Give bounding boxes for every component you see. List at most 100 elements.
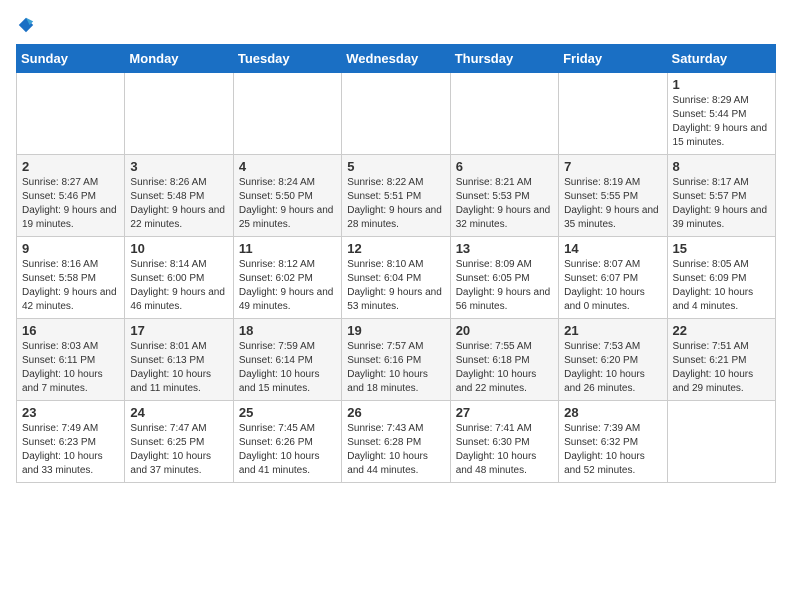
day-number: 14 [564, 241, 661, 256]
calendar-cell [125, 73, 233, 155]
day-number: 23 [22, 405, 119, 420]
calendar-body: 1 Sunrise: 8:29 AM Sunset: 5:44 PM Daylig… [17, 73, 776, 483]
day-info: Sunrise: 8:07 AM Sunset: 6:07 PM Dayligh… [564, 258, 661, 314]
day-number: 2 [22, 159, 119, 174]
day-info: Sunrise: 7:47 AM Sunset: 6:25 PM Dayligh… [130, 422, 227, 478]
calendar-cell [559, 73, 667, 155]
day-number: 24 [130, 405, 227, 420]
day-info: Sunrise: 8:24 AM Sunset: 5:50 PM Dayligh… [239, 176, 336, 232]
calendar-cell: 24 Sunrise: 7:47 AM Sunset: 6:25 PM Dayli… [125, 401, 233, 483]
day-info: Sunrise: 7:43 AM Sunset: 6:28 PM Dayligh… [347, 422, 444, 478]
day-info: Sunrise: 8:19 AM Sunset: 5:55 PM Dayligh… [564, 176, 661, 232]
day-number: 21 [564, 323, 661, 338]
calendar-cell: 7 Sunrise: 8:19 AM Sunset: 5:55 PM Daylig… [559, 155, 667, 237]
week-row-1: 1 Sunrise: 8:29 AM Sunset: 5:44 PM Daylig… [17, 73, 776, 155]
day-info: Sunrise: 8:05 AM Sunset: 6:09 PM Dayligh… [673, 258, 770, 314]
day-header-thursday: Thursday [450, 45, 558, 73]
day-info: Sunrise: 7:45 AM Sunset: 6:26 PM Dayligh… [239, 422, 336, 478]
calendar-cell: 5 Sunrise: 8:22 AM Sunset: 5:51 PM Daylig… [342, 155, 450, 237]
calendar-cell: 13 Sunrise: 8:09 AM Sunset: 6:05 PM Dayli… [450, 237, 558, 319]
day-number: 5 [347, 159, 444, 174]
day-header-monday: Monday [125, 45, 233, 73]
day-header-tuesday: Tuesday [233, 45, 341, 73]
day-header-saturday: Saturday [667, 45, 775, 73]
day-number: 17 [130, 323, 227, 338]
calendar-cell: 25 Sunrise: 7:45 AM Sunset: 6:26 PM Dayli… [233, 401, 341, 483]
calendar-cell: 20 Sunrise: 7:55 AM Sunset: 6:18 PM Dayli… [450, 319, 558, 401]
calendar-cell: 18 Sunrise: 7:59 AM Sunset: 6:14 PM Dayli… [233, 319, 341, 401]
calendar-cell: 6 Sunrise: 8:21 AM Sunset: 5:53 PM Daylig… [450, 155, 558, 237]
day-number: 9 [22, 241, 119, 256]
week-row-5: 23 Sunrise: 7:49 AM Sunset: 6:23 PM Dayli… [17, 401, 776, 483]
day-number: 26 [347, 405, 444, 420]
day-info: Sunrise: 8:22 AM Sunset: 5:51 PM Dayligh… [347, 176, 444, 232]
day-info: Sunrise: 7:53 AM Sunset: 6:20 PM Dayligh… [564, 340, 661, 396]
calendar-cell [342, 73, 450, 155]
day-number: 11 [239, 241, 336, 256]
day-info: Sunrise: 8:29 AM Sunset: 5:44 PM Dayligh… [673, 94, 770, 150]
day-info: Sunrise: 7:59 AM Sunset: 6:14 PM Dayligh… [239, 340, 336, 396]
calendar-header-row: SundayMondayTuesdayWednesdayThursdayFrid… [17, 45, 776, 73]
day-number: 27 [456, 405, 553, 420]
day-info: Sunrise: 8:26 AM Sunset: 5:48 PM Dayligh… [130, 176, 227, 232]
day-number: 7 [564, 159, 661, 174]
calendar-cell [450, 73, 558, 155]
calendar-cell: 8 Sunrise: 8:17 AM Sunset: 5:57 PM Daylig… [667, 155, 775, 237]
calendar-cell [667, 401, 775, 483]
calendar-cell: 15Sunrise: 8:05 AM Sunset: 6:09 PM Dayli… [667, 237, 775, 319]
day-number: 19 [347, 323, 444, 338]
calendar-cell: 3 Sunrise: 8:26 AM Sunset: 5:48 PM Daylig… [125, 155, 233, 237]
calendar-cell: 14 Sunrise: 8:07 AM Sunset: 6:07 PM Dayli… [559, 237, 667, 319]
day-number: 10 [130, 241, 227, 256]
day-info: Sunrise: 8:17 AM Sunset: 5:57 PM Dayligh… [673, 176, 770, 232]
week-row-2: 2Sunrise: 8:27 AM Sunset: 5:46 PM Daylig… [17, 155, 776, 237]
calendar: SundayMondayTuesdayWednesdayThursdayFrid… [16, 44, 776, 483]
day-number: 1 [673, 77, 770, 92]
logo [16, 16, 36, 34]
day-number: 20 [456, 323, 553, 338]
page-header [16, 16, 776, 34]
day-info: Sunrise: 8:21 AM Sunset: 5:53 PM Dayligh… [456, 176, 553, 232]
day-number: 3 [130, 159, 227, 174]
day-info: Sunrise: 8:10 AM Sunset: 6:04 PM Dayligh… [347, 258, 444, 314]
day-header-friday: Friday [559, 45, 667, 73]
day-number: 22 [673, 323, 770, 338]
logo-icon [17, 16, 35, 34]
calendar-cell: 17 Sunrise: 8:01 AM Sunset: 6:13 PM Dayli… [125, 319, 233, 401]
day-info: Sunrise: 7:57 AM Sunset: 6:16 PM Dayligh… [347, 340, 444, 396]
day-number: 18 [239, 323, 336, 338]
calendar-cell: 19 Sunrise: 7:57 AM Sunset: 6:16 PM Dayli… [342, 319, 450, 401]
week-row-3: 9 Sunrise: 8:16 AM Sunset: 5:58 PM Daylig… [17, 237, 776, 319]
day-number: 13 [456, 241, 553, 256]
day-info: Sunrise: 7:41 AM Sunset: 6:30 PM Dayligh… [456, 422, 553, 478]
calendar-cell [233, 73, 341, 155]
day-number: 16 [22, 323, 119, 338]
day-number: 4 [239, 159, 336, 174]
calendar-cell: 26 Sunrise: 7:43 AM Sunset: 6:28 PM Dayli… [342, 401, 450, 483]
calendar-cell: 16 Sunrise: 8:03 AM Sunset: 6:11 PM Dayli… [17, 319, 125, 401]
calendar-cell: 10Sunrise: 8:14 AM Sunset: 6:00 PM Dayli… [125, 237, 233, 319]
day-info: Sunrise: 8:01 AM Sunset: 6:13 PM Dayligh… [130, 340, 227, 396]
day-header-wednesday: Wednesday [342, 45, 450, 73]
day-info: Sunrise: 8:09 AM Sunset: 6:05 PM Dayligh… [456, 258, 553, 314]
day-info: Sunrise: 7:55 AM Sunset: 6:18 PM Dayligh… [456, 340, 553, 396]
week-row-4: 16 Sunrise: 8:03 AM Sunset: 6:11 PM Dayli… [17, 319, 776, 401]
calendar-cell: 23 Sunrise: 7:49 AM Sunset: 6:23 PM Dayli… [17, 401, 125, 483]
calendar-cell: 4 Sunrise: 8:24 AM Sunset: 5:50 PM Daylig… [233, 155, 341, 237]
day-info: Sunrise: 7:39 AM Sunset: 6:32 PM Dayligh… [564, 422, 661, 478]
calendar-cell: 22 Sunrise: 7:51 AM Sunset: 6:21 PM Dayli… [667, 319, 775, 401]
calendar-cell: 27 Sunrise: 7:41 AM Sunset: 6:30 PM Dayli… [450, 401, 558, 483]
day-header-sunday: Sunday [17, 45, 125, 73]
day-number: 28 [564, 405, 661, 420]
calendar-cell: 2Sunrise: 8:27 AM Sunset: 5:46 PM Daylig… [17, 155, 125, 237]
day-info: Sunrise: 7:49 AM Sunset: 6:23 PM Dayligh… [22, 422, 119, 478]
day-number: 25 [239, 405, 336, 420]
calendar-cell: 28 Sunrise: 7:39 AM Sunset: 6:32 PM Dayli… [559, 401, 667, 483]
day-number: 12 [347, 241, 444, 256]
calendar-cell [17, 73, 125, 155]
day-info: Sunrise: 7:51 AM Sunset: 6:21 PM Dayligh… [673, 340, 770, 396]
day-number: 6 [456, 159, 553, 174]
day-info: Sunrise: 8:03 AM Sunset: 6:11 PM Dayligh… [22, 340, 119, 396]
day-info: Sunrise: 8:16 AM Sunset: 5:58 PM Dayligh… [22, 258, 119, 314]
day-number: 8 [673, 159, 770, 174]
